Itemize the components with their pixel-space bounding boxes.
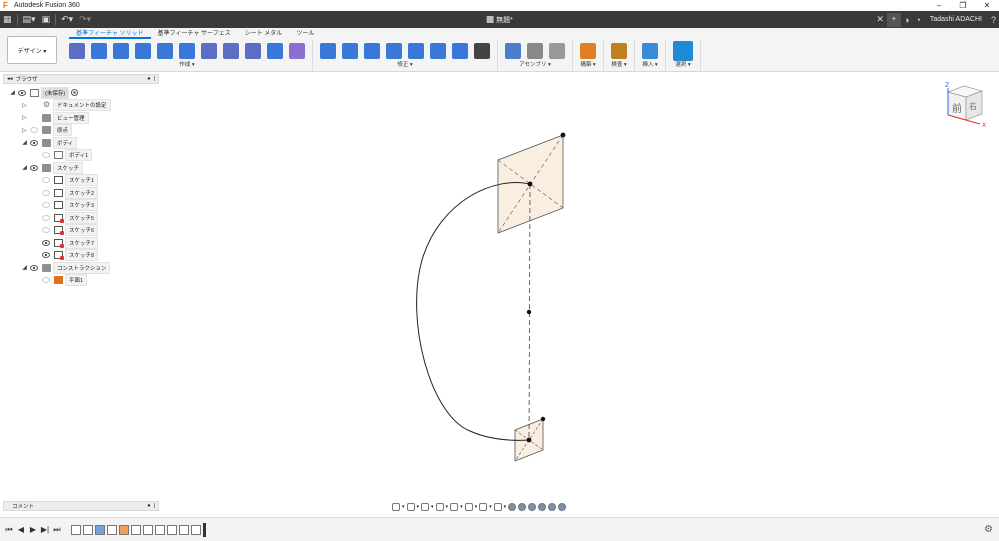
display-mode-icon[interactable]: [518, 502, 527, 511]
dropdown-caret-icon[interactable]: ▾: [504, 504, 507, 510]
zoom-icon[interactable]: [435, 502, 444, 511]
view-cube[interactable]: 前 右 Z X: [938, 80, 988, 129]
viewports-icon[interactable]: [493, 502, 502, 511]
sketch-point[interactable]: [560, 132, 566, 138]
timeline-marker[interactable]: [203, 522, 206, 537]
display-settings-icon[interactable]: [464, 502, 473, 511]
dropdown-caret-icon[interactable]: ▾: [489, 504, 492, 510]
dropdown-caret-icon[interactable]: ▾: [402, 504, 405, 510]
timeline-feature-sketch[interactable]: [155, 524, 165, 535]
dropdown-caret-icon[interactable]: ▾: [475, 504, 478, 510]
display-mode-icon[interactable]: [538, 502, 547, 511]
timeline-control-button[interactable]: ▶|: [39, 525, 51, 535]
sketch-point[interactable]: [540, 416, 546, 422]
timeline-feature-sketch[interactable]: [71, 524, 81, 535]
dropdown-caret-icon[interactable]: ▾: [446, 504, 449, 510]
timeline-feature-sketch[interactable]: [131, 524, 141, 535]
view-cube-graphic[interactable]: 前 右 Z X: [938, 80, 988, 129]
x-axis-label: X: [982, 122, 986, 128]
fit-icon[interactable]: [450, 502, 459, 511]
timeline-control-button[interactable]: ◀: [15, 525, 27, 535]
sketch-point[interactable]: [526, 437, 532, 443]
orbit-icon[interactable]: [392, 502, 400, 511]
timeline-features: [71, 524, 201, 535]
pan-icon[interactable]: [421, 502, 430, 511]
dropdown-caret-icon[interactable]: ▾: [431, 504, 434, 510]
z-axis-label: Z: [945, 82, 949, 89]
timeline-control-button[interactable]: ⏮: [3, 525, 15, 535]
timeline-feature-sketch[interactable]: [167, 524, 177, 535]
view-cube-front-label: 前: [952, 102, 962, 115]
timeline-bar: ⏮ ◀ ▶ ▶| ⏭ ⚙: [0, 517, 999, 541]
timeline-control-button[interactable]: ⏭: [51, 525, 63, 535]
display-mode-icon[interactable]: [558, 502, 567, 511]
view-cube-right-label: 右: [969, 101, 977, 111]
dropdown-caret-icon[interactable]: ▾: [417, 504, 420, 510]
timeline-feature-sketch[interactable]: [83, 524, 93, 535]
fusion-app-window: F Autodesk Fusion 360 – ❐ ✕ ▦ ▤▾ ▣ ↶▾ ↷▾…: [0, 0, 999, 541]
timeline-control-button[interactable]: ▶: [27, 525, 39, 535]
design-canvas[interactable]: [0, 0, 999, 541]
navigation-toolbar: ▾ ▾ ▾ ▾ ▾ ▾ ▾ ▾: [392, 500, 604, 513]
dropdown-caret-icon[interactable]: ▾: [460, 504, 463, 510]
sketch-point[interactable]: [527, 181, 533, 187]
look-at-icon[interactable]: [406, 502, 415, 511]
timeline-feature-sketch[interactable]: [107, 524, 117, 535]
timeline-settings-icon[interactable]: ⚙: [984, 524, 993, 535]
timeline-feature-plane[interactable]: [119, 524, 129, 535]
sketch-point[interactable]: [526, 309, 532, 315]
timeline-feature-extrude[interactable]: [95, 524, 105, 535]
timeline-feature-sketch[interactable]: [179, 524, 189, 535]
timeline-feature-sketch[interactable]: [143, 524, 153, 535]
timeline-feature-sketch[interactable]: [191, 524, 201, 535]
display-mode-icon[interactable]: [508, 502, 517, 511]
display-mode-icon[interactable]: [528, 502, 537, 511]
timeline-controls: ⏮ ◀ ▶ ▶| ⏭: [3, 525, 63, 535]
display-mode-icon[interactable]: [548, 502, 557, 511]
grid-icon[interactable]: [479, 502, 488, 511]
